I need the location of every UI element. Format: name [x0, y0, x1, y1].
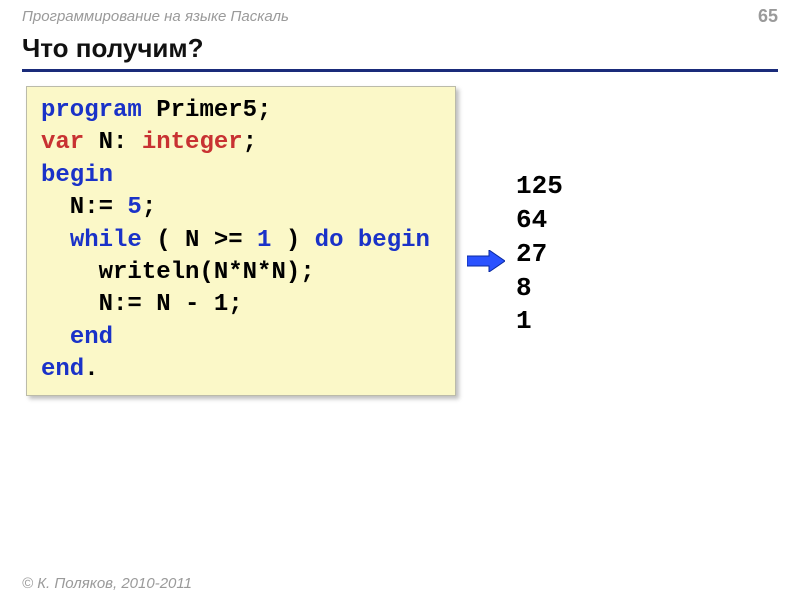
- course-title: Программирование на языке Паскаль: [22, 8, 289, 25]
- code-text: N:=: [41, 194, 127, 221]
- code-text: ): [271, 227, 314, 254]
- code-text: [41, 227, 70, 254]
- output-block: 125 64 27 8 1: [516, 142, 563, 339]
- code-text: N:= N - 1;: [41, 291, 243, 318]
- arrow-right-icon: [467, 250, 505, 272]
- title-row: Что получим?: [0, 29, 800, 69]
- arrow-column: [466, 210, 506, 272]
- slide-header: Программирование на языке Паскаль 65: [0, 0, 800, 29]
- kw-end2: end: [41, 356, 84, 383]
- kw-integer: integer: [142, 129, 243, 156]
- num-1: 1: [257, 227, 271, 254]
- kw-while: while: [70, 227, 142, 254]
- kw-var: var: [41, 129, 84, 156]
- code-text: N:: [84, 129, 142, 156]
- kw-end: end: [70, 324, 113, 351]
- code-text: writeln(N*N*N);: [41, 259, 315, 286]
- code-text: [343, 227, 357, 254]
- page-number: 65: [758, 6, 778, 27]
- num-5: 5: [127, 194, 141, 221]
- content-area: program Primer5; var N: integer; begin N…: [0, 72, 800, 396]
- slide-title: Что получим?: [22, 33, 778, 67]
- copyright: © К. Поляков, 2010-2011: [22, 575, 192, 592]
- kw-program: program: [41, 97, 142, 124]
- code-text: ;: [142, 194, 156, 221]
- code-text: [41, 324, 70, 351]
- kw-begin: begin: [41, 162, 113, 189]
- code-text: Primer5;: [142, 97, 272, 124]
- code-text: ( N >=: [142, 227, 257, 254]
- code-text: ;: [243, 129, 257, 156]
- code-text: .: [84, 356, 98, 383]
- kw-do: do: [315, 227, 344, 254]
- code-block: program Primer5; var N: integer; begin N…: [26, 86, 456, 396]
- kw-begin2: begin: [358, 227, 430, 254]
